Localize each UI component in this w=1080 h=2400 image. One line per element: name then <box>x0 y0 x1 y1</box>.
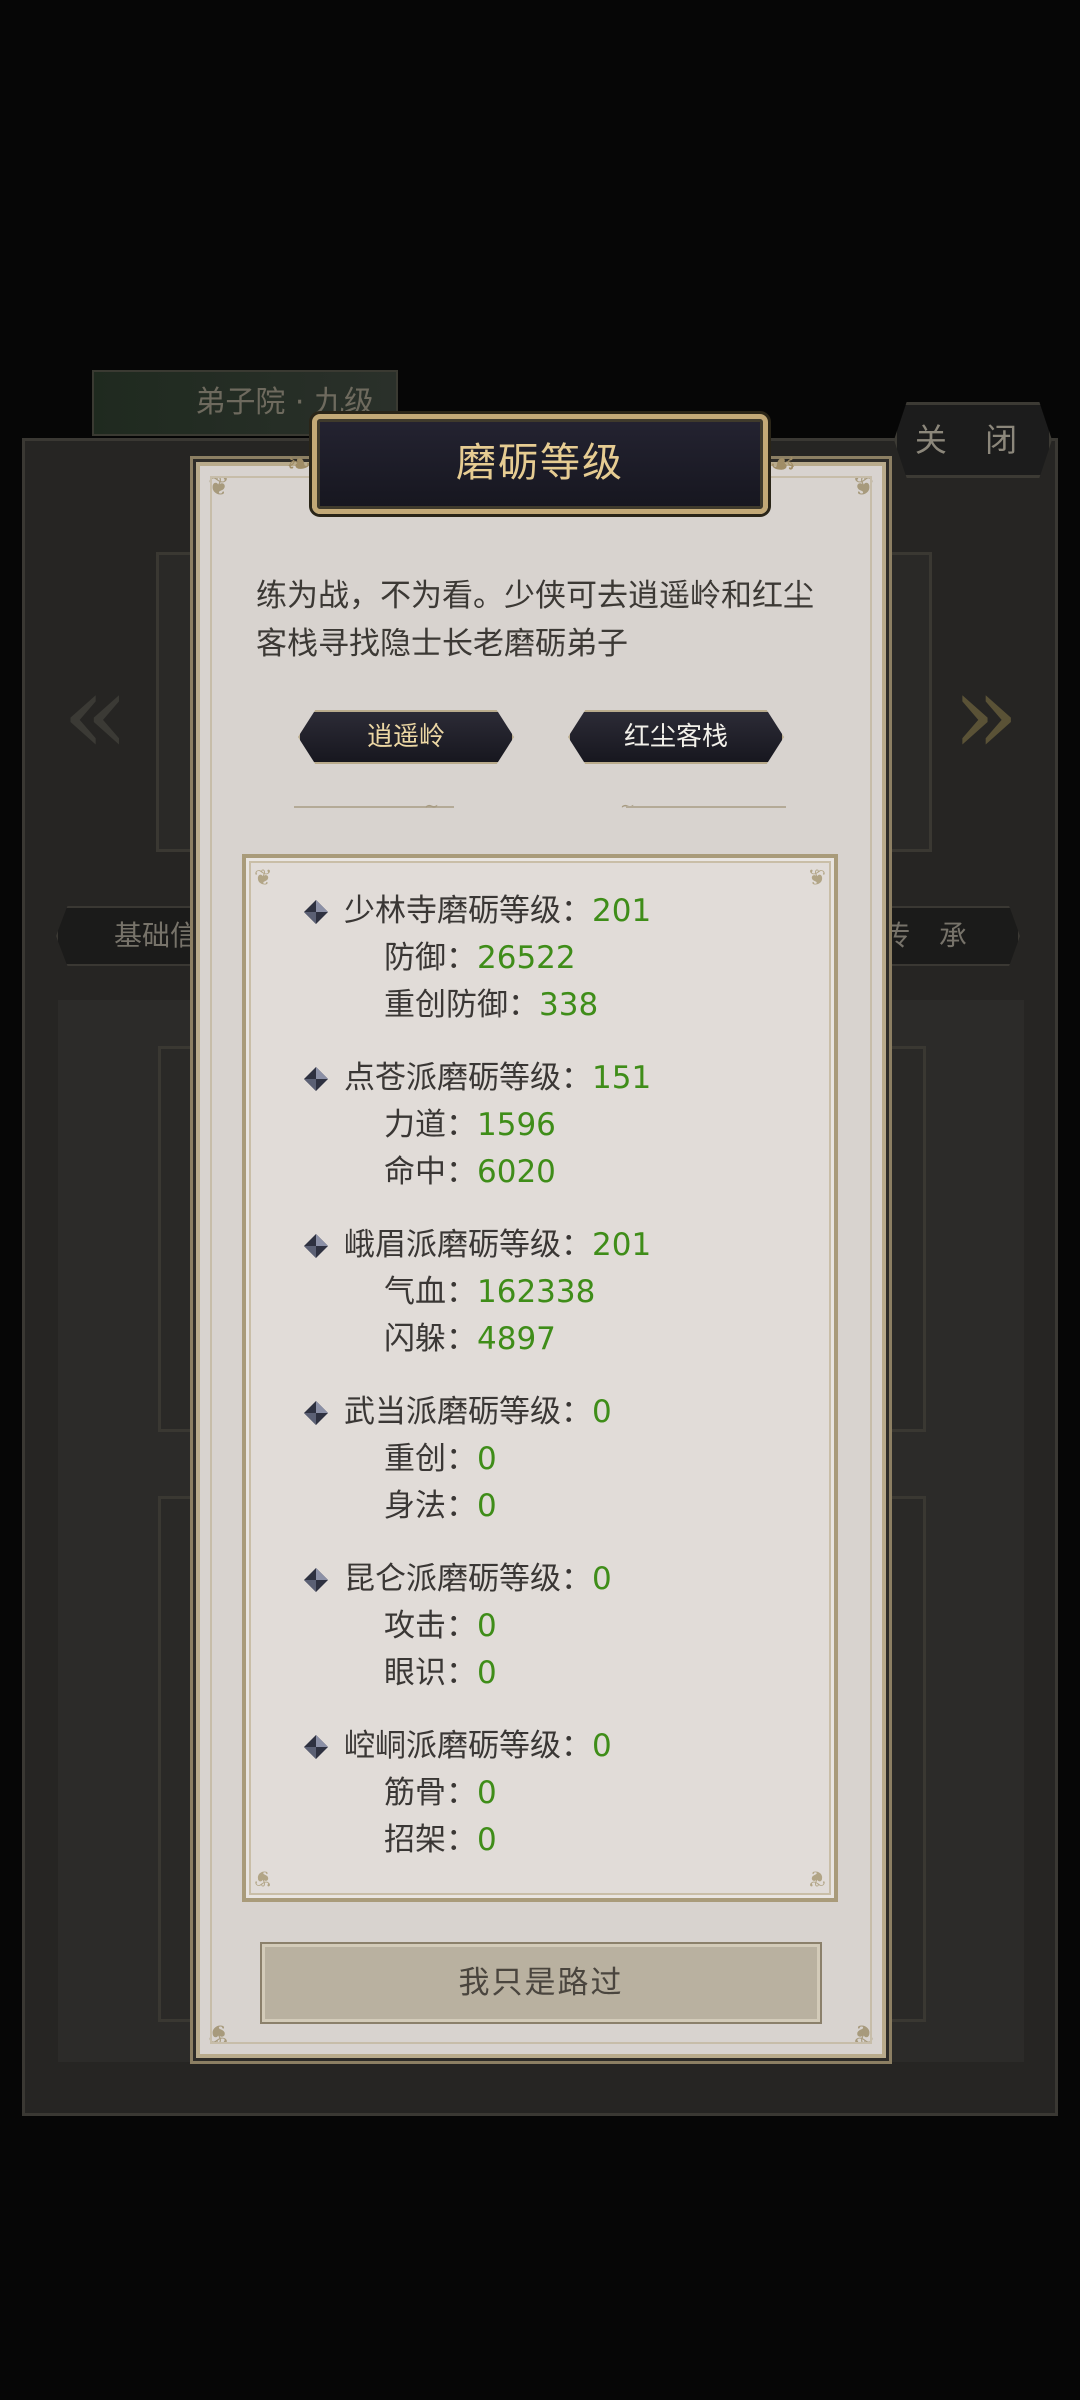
stat-row: 重创防御：338 <box>344 982 784 1029</box>
title-ornament-icon: ☙ <box>769 447 797 482</box>
prev-arrow-icon[interactable]: « <box>62 650 129 778</box>
sect-group-wudang: 武当派磨砺等级：0 重创：0 身法：0 <box>304 1389 784 1530</box>
corner-ornament-icon: ❦ <box>807 1865 826 1890</box>
stat-value: 26522 <box>477 940 576 976</box>
sect-level-label: 武当派磨砺等级： <box>344 1394 592 1430</box>
stat-label: 攻击： <box>384 1608 477 1644</box>
corner-ornament-icon: ❦ <box>852 472 874 502</box>
stat-row: 闪躲：4897 <box>344 1316 784 1363</box>
close-button[interactable]: 关 闭 <box>894 402 1052 478</box>
stat-label: 身法： <box>384 1488 477 1524</box>
stat-row: 身法：0 <box>344 1483 784 1530</box>
corner-ornament-icon: ❦ <box>208 472 230 502</box>
divider-ornament-icon: ∼ <box>424 796 440 817</box>
sect-level-label: 少林寺磨砺等级： <box>344 893 592 929</box>
next-arrow-icon[interactable]: » <box>952 650 1019 778</box>
sect-level-value: 0 <box>592 1728 612 1764</box>
stat-label: 防御： <box>384 940 477 976</box>
sect-group-kunlun: 昆仑派磨砺等级：0 攻击：0 眼识：0 <box>304 1556 784 1697</box>
stat-row: 气血：162338 <box>344 1269 784 1316</box>
stat-row: 眼识：0 <box>344 1650 784 1697</box>
corner-ornament-icon: ❦ <box>807 866 826 891</box>
dialog-description: 练为战，不为看。少侠可去逍遥岭和红尘客栈寻找隐士长老磨砺弟子 <box>256 578 814 662</box>
stat-row: 重创：0 <box>344 1436 784 1483</box>
stat-label: 眼识： <box>384 1655 477 1691</box>
sect-level-label: 峨眉派磨砺等级： <box>344 1227 592 1263</box>
sect-level-row: 少林寺磨砺等级：201 <box>304 888 784 935</box>
diamond-gem-icon <box>304 1735 328 1759</box>
stat-value: 0 <box>477 1775 497 1811</box>
stat-value: 6020 <box>477 1154 556 1190</box>
sect-group-emei: 峨眉派磨砺等级：201 气血：162338 闪躲：4897 <box>304 1222 784 1363</box>
sect-level-label: 昆仑派磨砺等级： <box>344 1561 592 1597</box>
stat-row: 攻击：0 <box>344 1603 784 1650</box>
title-ornament-icon: ❧ <box>286 447 312 482</box>
stat-value: 0 <box>477 1441 497 1477</box>
stat-row: 力道：1596 <box>344 1102 784 1149</box>
stat-row: 防御：26522 <box>344 935 784 982</box>
sect-level-value: 0 <box>592 1561 612 1597</box>
stat-label: 招架： <box>384 1822 477 1858</box>
sect-level-row: 崆峒派磨砺等级：0 <box>304 1723 784 1770</box>
sect-level-value: 201 <box>592 1227 652 1263</box>
xiaoyao-ridge-button[interactable]: 逍遥岭 <box>298 710 514 764</box>
diamond-gem-icon <box>304 1067 328 1091</box>
stat-label: 力道： <box>384 1107 477 1143</box>
sect-level-value: 201 <box>592 893 652 929</box>
stat-value: 0 <box>477 1608 497 1644</box>
stat-label: 命中： <box>384 1154 477 1190</box>
stat-row: 招架：0 <box>344 1817 784 1864</box>
stat-value: 338 <box>539 987 599 1023</box>
stat-value: 1596 <box>477 1107 556 1143</box>
game-screen: 弟子院 · 九级 关 闭 « » 基础信息 传 承 ❦ ❦ ❦ ❦ ❧ ☙ 磨砺… <box>0 0 1080 2400</box>
stat-value: 4897 <box>477 1321 556 1357</box>
hongchen-inn-button[interactable]: 红尘客栈 <box>568 710 784 764</box>
sect-group-shaolin: 少林寺磨砺等级：201 防御：26522 重创防御：338 <box>304 888 784 1029</box>
diamond-gem-icon <box>304 900 328 924</box>
stat-label: 重创防御： <box>384 987 539 1023</box>
just-passing-by-button[interactable]: 我只是路过 <box>262 1944 820 2022</box>
diamond-gem-icon <box>304 1234 328 1258</box>
stat-label: 重创： <box>384 1441 477 1477</box>
corner-ornament-icon: ❦ <box>254 1865 273 1890</box>
divider <box>626 806 786 808</box>
sect-level-label: 崆峒派磨砺等级： <box>344 1728 592 1764</box>
stat-value: 0 <box>477 1488 497 1524</box>
sect-level-row: 武当派磨砺等级：0 <box>304 1389 784 1436</box>
sect-level-label: 点苍派磨砺等级： <box>344 1060 592 1096</box>
stat-label: 闪躲： <box>384 1321 477 1357</box>
stat-label: 气血： <box>384 1274 477 1310</box>
sect-level-row: 峨眉派磨砺等级：201 <box>304 1222 784 1269</box>
stat-row: 命中：6020 <box>344 1149 784 1196</box>
stat-value: 162338 <box>477 1274 596 1310</box>
stat-label: 筋骨： <box>384 1775 477 1811</box>
stat-value: 0 <box>477 1822 497 1858</box>
corner-ornament-icon: ❦ <box>254 866 273 891</box>
sect-level-value: 0 <box>592 1394 612 1430</box>
stat-row: 筋骨：0 <box>344 1770 784 1817</box>
stat-value: 0 <box>477 1655 497 1691</box>
sect-level-row: 昆仑派磨砺等级：0 <box>304 1556 784 1603</box>
sect-group-kongtong: 崆峒派磨砺等级：0 筋骨：0 招架：0 <box>304 1723 784 1864</box>
sect-group-diancang: 点苍派磨砺等级：151 力道：1596 命中：6020 <box>304 1055 784 1196</box>
sect-level-row: 点苍派磨砺等级：151 <box>304 1055 784 1102</box>
diamond-gem-icon <box>304 1568 328 1592</box>
corner-ornament-icon: ❦ <box>852 2018 874 2048</box>
sect-level-value: 151 <box>592 1060 652 1096</box>
diamond-gem-icon <box>304 1401 328 1425</box>
dialog-title: 磨砺等级 <box>312 414 768 514</box>
corner-ornament-icon: ❦ <box>208 2018 230 2048</box>
